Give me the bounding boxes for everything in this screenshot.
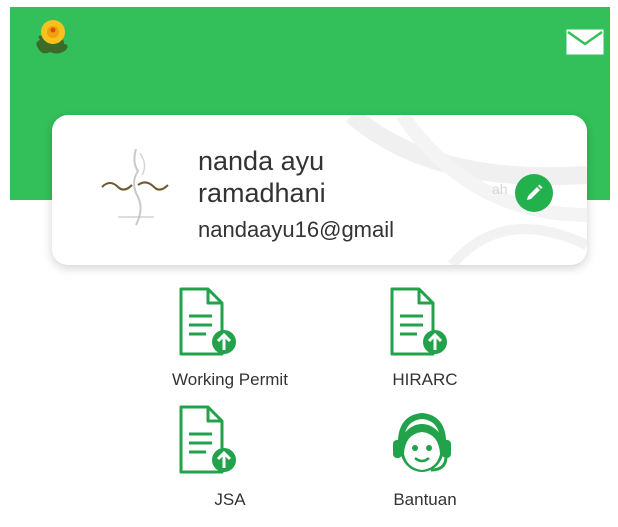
app-logo-icon <box>28 12 78 62</box>
pencil-icon <box>527 184 543 200</box>
profile-card: nanda ayu ramadhani nandaayu16@gmail ah <box>52 115 587 265</box>
menu-item-bantuan[interactable]: Bantuan <box>325 404 525 514</box>
menu-item-working-permit[interactable]: Working Permit <box>130 286 330 396</box>
avatar[interactable] <box>88 139 184 235</box>
profile-name: nanda ayu ramadhani <box>198 146 326 208</box>
menu-label: JSA <box>214 490 246 509</box>
menu-item-jsa[interactable]: JSA <box>130 404 330 514</box>
document-upload-icon <box>178 286 240 363</box>
menu-label: Bantuan <box>393 490 457 509</box>
profile-email: nandaayu16@gmail <box>198 217 395 242</box>
headset-support-icon <box>387 410 457 481</box>
menu-label: HIRARC <box>392 370 458 389</box>
edit-profile-button[interactable] <box>515 174 553 212</box>
menu-item-hirarc[interactable]: HIRARC <box>325 286 525 396</box>
mail-icon[interactable] <box>566 29 604 55</box>
document-upload-icon <box>178 404 240 481</box>
menu-label: Working Permit <box>172 370 288 389</box>
faded-text: ah <box>492 181 508 197</box>
document-upload-icon <box>389 286 451 363</box>
